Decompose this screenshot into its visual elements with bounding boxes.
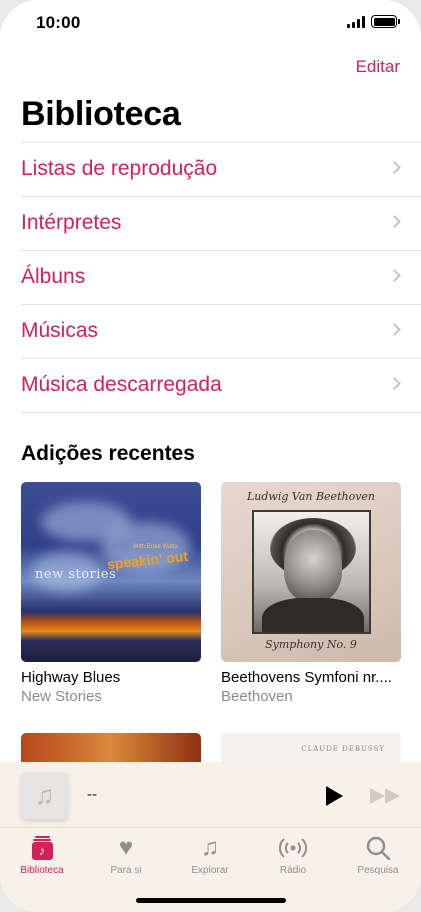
chevron-right-icon [388,161,401,174]
edit-button[interactable]: Editar [356,57,400,77]
tab-radio[interactable]: Rádio [253,834,333,876]
mini-player[interactable]: ♫ -- [0,762,421,828]
play-icon[interactable] [326,786,343,806]
page-title: Biblioteca [21,95,181,133]
home-indicator[interactable] [136,898,286,903]
menu-item-label: Música descarregada [21,373,222,396]
menu-item-label: Intérpretes [21,211,122,234]
tab-browse[interactable]: ♫ Explorar [170,834,250,876]
tab-for-you[interactable]: ♥ Para si [86,834,166,876]
album-cover[interactable]: With Ernie Watts new stories speakin' ou… [21,482,201,662]
cover-text: new stories [35,567,117,582]
tab-label: Para si [110,865,142,876]
menu-item-label: Listas de reprodução [21,157,218,180]
library-icon: ♪ [31,836,53,860]
album-artist: Beethoven [221,688,293,705]
music-note-icon: ♫ [201,834,219,861]
chevron-right-icon [388,377,401,390]
portrait-image [252,510,371,634]
status-time: 10:00 [36,13,81,32]
menu-item-songs[interactable]: Músicas [21,305,421,359]
album-card[interactable]: With Ernie Watts new stories speakin' ou… [21,482,201,705]
tab-library[interactable]: ♪ Biblioteca [2,834,82,876]
tab-label: Rádio [279,865,307,876]
menu-item-label: Álbuns [21,265,86,288]
music-note-icon: ♫ [21,772,68,819]
album-cover[interactable]: Ludwig Van Beethoven Symphony No. 9 [221,482,401,662]
cover-bottom-text: Symphony No. 9 [265,638,357,651]
album-card[interactable]: Ludwig Van Beethoven Symphony No. 9 Beet… [221,482,401,705]
signal-icon [347,16,365,28]
album-name: Highway Blues [21,669,121,686]
tab-label: Pesquisa [357,865,399,876]
search-icon [338,834,418,862]
library-menu: Listas de reprodução Intérpretes Álbuns … [21,142,421,413]
album-name: Beethovens Symfoni nr.... [221,669,392,686]
tab-label: Explorar [191,865,229,876]
now-playing-title: -- [87,786,97,803]
tab-label: Biblioteca [20,865,64,876]
menu-item-downloaded[interactable]: Música descarregada [21,359,421,413]
status-bar: 10:00 [0,0,421,46]
chevron-right-icon [388,269,401,282]
cover-top-text: Ludwig Van Beethoven [246,490,375,503]
heart-icon: ♥ [118,834,134,861]
chevron-right-icon [388,323,401,336]
forward-icon[interactable] [370,788,400,804]
phone-screen: 10:00 Editar Biblioteca Listas de reprod… [0,0,421,912]
menu-item-label: Músicas [21,319,99,342]
tab-search[interactable]: Pesquisa [338,834,418,876]
menu-item-albums[interactable]: Álbuns [21,251,421,305]
battery-icon [371,15,400,28]
cover-text: CLAUDE DEBUSSY [301,745,385,753]
menu-item-artists[interactable]: Intérpretes [21,197,421,251]
album-artist: New Stories [21,688,102,705]
chevron-right-icon [388,215,401,228]
menu-item-playlists[interactable]: Listas de reprodução [21,143,421,197]
radio-icon [253,834,333,862]
recent-additions-title: Adições recentes [21,442,195,465]
